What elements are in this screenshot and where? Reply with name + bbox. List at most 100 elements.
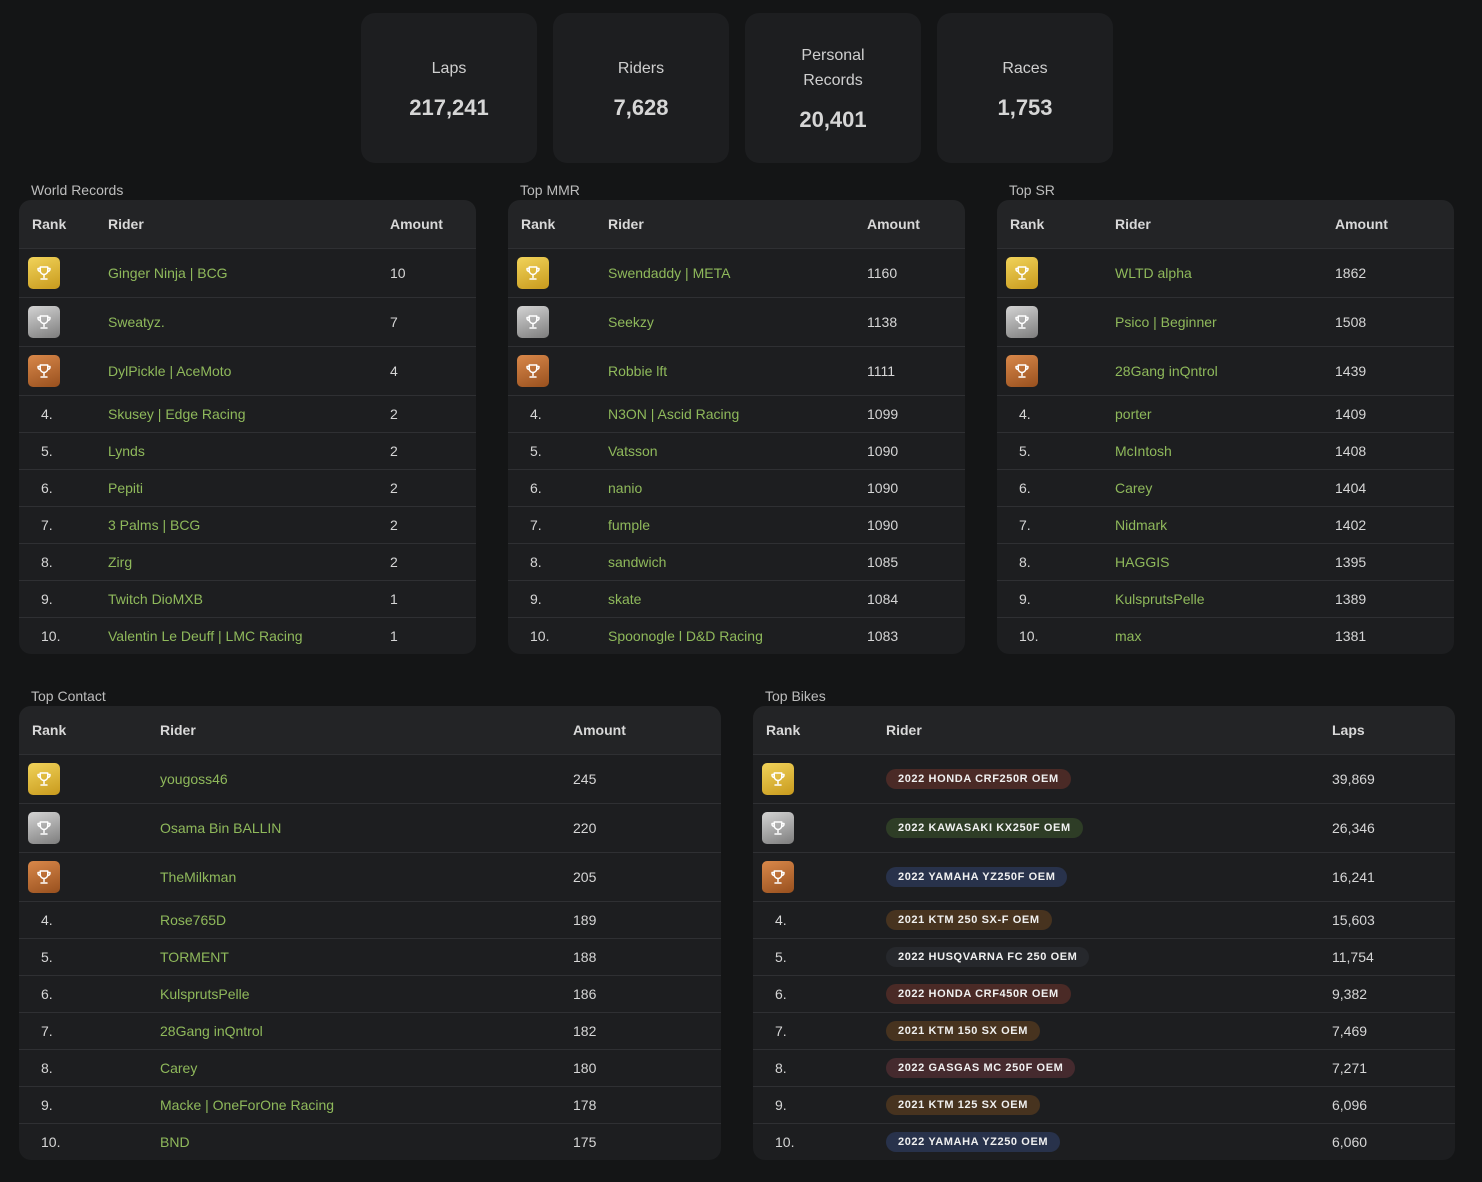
bike-badge[interactable]: 2022 YAMAHA YZ250F OEM: [886, 867, 1068, 887]
bike-badge[interactable]: 2022 HONDA CRF250R OEM: [886, 769, 1071, 789]
rider-link[interactable]: 3 Palms | BCG: [108, 517, 200, 533]
rider-link[interactable]: Carey: [1115, 480, 1152, 496]
rider-link[interactable]: Sweatyz.: [108, 314, 165, 330]
rank-number: 9.: [530, 591, 542, 607]
top-contact-board: Top Contact Rank Rider Amount yougoss46 2…: [19, 686, 721, 1160]
rider-link[interactable]: Ginger Ninja | BCG: [108, 265, 228, 281]
rider-link[interactable]: porter: [1115, 406, 1152, 422]
rider-link[interactable]: Osama Bin BALLIN: [160, 820, 281, 836]
rider-link[interactable]: Pepiti: [108, 480, 143, 496]
rider-link[interactable]: 28Gang inQntrol: [1115, 363, 1218, 379]
bike-badge[interactable]: 2021 KTM 150 SX OEM: [886, 1021, 1041, 1041]
amount-cell: 1389: [1335, 580, 1454, 618]
rider-link[interactable]: WLTD alpha: [1115, 265, 1192, 281]
rider-link[interactable]: TheMilkman: [160, 869, 236, 885]
amount-cell: 1381: [1335, 617, 1454, 654]
bike-badge[interactable]: 2022 HONDA CRF450R OEM: [886, 984, 1071, 1004]
rank-cell: 7.: [997, 506, 1115, 544]
rider-link[interactable]: Nidmark: [1115, 517, 1167, 533]
rider-link[interactable]: KulsprutsPelle: [1115, 591, 1205, 607]
rider-link[interactable]: nanio: [608, 480, 642, 496]
rider-link[interactable]: Robbie lft: [608, 363, 667, 379]
leaderboard-table: Rank Rider Amount Ginger Ninja | BCG 10 Sw…: [19, 200, 476, 654]
rank-cell: 9.: [19, 1086, 160, 1124]
amount-cell: 11,754: [1332, 938, 1455, 976]
amount-cell: 1: [390, 617, 476, 654]
rider-link[interactable]: HAGGIS: [1115, 554, 1169, 570]
board-title: World Records: [31, 182, 124, 198]
trophy-gold-icon: [762, 763, 794, 795]
rider-link[interactable]: BND: [160, 1134, 190, 1150]
amount-cell: 2: [390, 506, 476, 544]
rank-cell: [19, 803, 160, 853]
rider-link[interactable]: DylPickle | AceMoto: [108, 363, 231, 379]
table-row: 2022 YAMAHA YZ250F OEM 16,241: [753, 852, 1455, 902]
rider-link[interactable]: Carey: [160, 1060, 197, 1076]
table-row: 9. skate 1084: [508, 580, 965, 618]
bike-badge[interactable]: 2021 KTM 250 SX-F OEM: [886, 910, 1052, 930]
bike-badge[interactable]: 2022 GASGAS MC 250F OEM: [886, 1058, 1076, 1078]
table-row: 4. Skusey | Edge Racing 2: [19, 395, 476, 433]
rider-cell: Ginger Ninja | BCG: [108, 249, 390, 298]
rank-cell: 5.: [19, 938, 160, 976]
rider-cell: nanio: [608, 469, 867, 507]
rider-link[interactable]: Macke | OneForOne Racing: [160, 1097, 334, 1113]
trophy-bronze-icon: [762, 861, 794, 893]
rider-cell: WLTD alpha: [1115, 249, 1335, 298]
table-row: 2022 KAWASAKI KX250F OEM 26,346: [753, 803, 1455, 853]
rank-cell: 4.: [19, 901, 160, 939]
rank-cell: 8.: [19, 543, 108, 581]
rider-cell: Vatsson: [608, 432, 867, 470]
rider-cell: Valentin Le Deuff | LMC Racing: [108, 617, 390, 654]
rider-link[interactable]: Seekzy: [608, 314, 654, 330]
rider-link[interactable]: Skusey | Edge Racing: [108, 406, 246, 422]
rank-cell: 6.: [19, 469, 108, 507]
rider-link[interactable]: max: [1115, 628, 1141, 644]
bike-badge[interactable]: 2021 KTM 125 SX OEM: [886, 1095, 1041, 1115]
rider-link[interactable]: yougoss46: [160, 771, 228, 787]
rank-cell: [753, 803, 886, 853]
rider-link[interactable]: Rose765D: [160, 912, 226, 928]
rider-link[interactable]: fumple: [608, 517, 650, 533]
rider-cell: Lynds: [108, 432, 390, 470]
table-row: 6. 2022 HONDA CRF450R OEM 9,382: [753, 975, 1455, 1013]
rank-cell: [19, 755, 160, 804]
rider-link[interactable]: TORMENT: [160, 949, 229, 965]
table-header-row: Rank Rider Laps: [753, 706, 1455, 755]
rider-link[interactable]: sandwich: [608, 554, 666, 570]
rank-number: 8.: [1019, 554, 1031, 570]
rider-link[interactable]: N3ON | Ascid Racing: [608, 406, 739, 422]
stats-row: Laps 217,241 Riders 7,628 Personal Recor…: [361, 13, 1113, 163]
rider-link[interactable]: KulsprutsPelle: [160, 986, 250, 1002]
rider-link[interactable]: Spoonogle l D&D Racing: [608, 628, 763, 644]
rider-link[interactable]: Swendaddy | META: [608, 265, 730, 281]
rider-link[interactable]: skate: [608, 591, 641, 607]
amount-cell: 182: [573, 1012, 721, 1050]
trophy-silver-icon: [762, 812, 794, 844]
rank-cell: 6.: [753, 975, 886, 1013]
leaderboard-card: Rank Rider Amount yougoss46 245 Osama Bin …: [19, 706, 721, 1160]
rank-number: 8.: [530, 554, 542, 570]
bike-badge[interactable]: 2022 YAMAHA YZ250 OEM: [886, 1132, 1061, 1152]
rider-link[interactable]: Valentin Le Deuff | LMC Racing: [108, 628, 303, 644]
rider-cell: 3 Palms | BCG: [108, 506, 390, 544]
rider-link[interactable]: Psico | Beginner: [1115, 314, 1217, 330]
amount-cell: 9,382: [1332, 975, 1455, 1013]
bike-badge[interactable]: 2022 KAWASAKI KX250F OEM: [886, 818, 1083, 838]
amount-cell: 1085: [867, 543, 965, 581]
amount-cell: 1084: [867, 580, 965, 618]
rider-link[interactable]: McIntosh: [1115, 443, 1172, 459]
rider-link[interactable]: Lynds: [108, 443, 145, 459]
rider-link[interactable]: Vatsson: [608, 443, 658, 459]
rider-link[interactable]: Zirg: [108, 554, 132, 570]
amount-cell: 1090: [867, 469, 965, 507]
rank-number: 7.: [41, 517, 53, 533]
rank-number: 7.: [530, 517, 542, 533]
rider-link[interactable]: 28Gang inQntrol: [160, 1023, 263, 1039]
rank-cell: 9.: [997, 580, 1115, 618]
table-row: 7. 2021 KTM 150 SX OEM 7,469: [753, 1012, 1455, 1050]
amount-cell: 6,060: [1332, 1123, 1455, 1160]
bike-badge[interactable]: 2022 HUSQVARNA FC 250 OEM: [886, 947, 1090, 967]
rider-link[interactable]: Twitch DioMXB: [108, 591, 203, 607]
rank-cell: 5.: [997, 432, 1115, 470]
